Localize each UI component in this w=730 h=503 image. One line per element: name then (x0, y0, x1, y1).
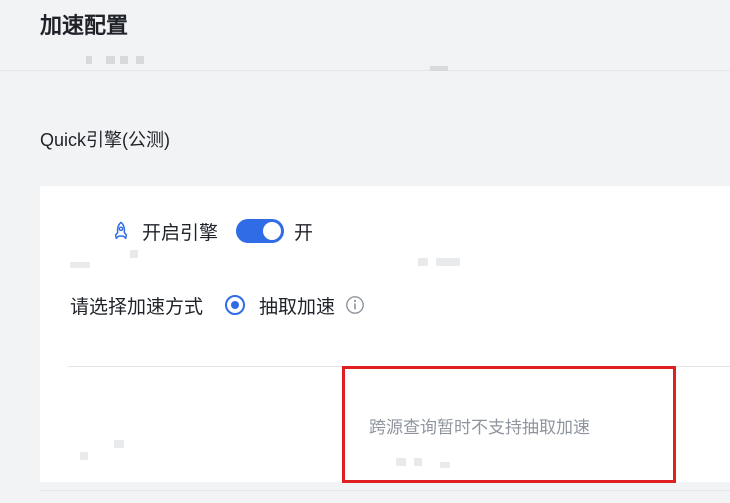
page-title: 加速配置 (40, 13, 129, 38)
mode-row: 请选择加速方式 抽取加速 (70, 289, 365, 321)
watermark-mark (418, 258, 428, 266)
engine-toggle[interactable] (236, 219, 285, 243)
notice-text: 跨源查询暂时不支持抽取加速 (369, 418, 590, 437)
radio-dot (231, 301, 240, 309)
watermark-mark (114, 440, 124, 448)
bottom-divider (40, 490, 730, 491)
watermark-mark (130, 250, 138, 258)
engine-label: 开启引擎 (142, 222, 219, 244)
watermark-mark (80, 452, 88, 460)
rocket-icon (114, 221, 128, 240)
section-title: Quick引擎(公测) (40, 130, 170, 150)
toggle-state-text: 开 (294, 222, 314, 244)
notice-highlight-box: 跨源查询暂时不支持抽取加速 (342, 366, 676, 483)
watermark-mark (70, 262, 90, 268)
engine-row: 开启引擎 开 (110, 216, 313, 246)
page-header: 加速配置 (0, 0, 730, 71)
mode-label: 请选择加速方式 (70, 296, 204, 318)
watermark-mark (436, 258, 460, 266)
watermark-mark (86, 56, 92, 64)
watermark-mark (120, 56, 128, 64)
watermark-mark (430, 66, 448, 71)
watermark-mark (136, 56, 144, 64)
extract-radio[interactable] (225, 295, 246, 315)
watermark-mark (106, 56, 115, 64)
toggle-knob (263, 222, 282, 240)
extract-option-label[interactable]: 抽取加速 (259, 292, 335, 319)
info-icon[interactable] (345, 295, 365, 315)
